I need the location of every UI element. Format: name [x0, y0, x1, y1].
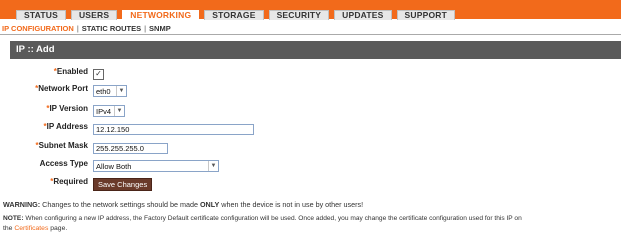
subtab-snmp[interactable]: SNMP — [149, 24, 171, 33]
page: STATUS USERS NETWORKING STORAGE SECURITY… — [0, 0, 621, 243]
warning-text: WARNING: Changes to the network settings… — [3, 200, 364, 209]
sub-nav: IP CONFIGURATION | STATIC ROUTES | SNMP — [2, 22, 171, 34]
enabled-row: *Enabled ✓ — [0, 67, 104, 81]
required-label: *Required — [50, 177, 88, 186]
network-port-value: eth0 — [96, 86, 111, 96]
tab-security[interactable]: SECURITY — [268, 10, 330, 20]
network-port-label: *Network Port — [35, 84, 88, 93]
subnet-mask-input[interactable]: 255.255.255.0 — [93, 142, 168, 154]
chevron-down-icon: ▼ — [116, 86, 126, 96]
access-type-label: Access Type — [39, 159, 88, 168]
access-type-value: Allow Both — [96, 161, 132, 171]
ip-address-label: *IP Address — [43, 122, 88, 131]
header-divider — [0, 34, 621, 35]
enabled-label: *Enabled — [53, 67, 88, 76]
subtab-ip-configuration[interactable]: IP CONFIGURATION — [2, 24, 74, 33]
network-port-select[interactable]: eth0 ▼ — [93, 85, 127, 97]
tab-updates[interactable]: UPDATES — [334, 10, 392, 20]
subnet-mask-row: *Subnet Mask 255.255.255.0 — [0, 141, 168, 155]
chevron-down-icon: ▼ — [208, 161, 218, 171]
check-icon: ✓ — [95, 69, 102, 78]
tab-networking[interactable]: NETWORKING — [122, 10, 200, 20]
main-tabs: STATUS USERS NETWORKING STORAGE SECURITY… — [16, 10, 460, 20]
ip-address-row: *IP Address 12.12.150 — [0, 122, 254, 136]
ip-address-input[interactable]: 12.12.150 — [93, 123, 254, 135]
certificates-link[interactable]: Certificates — [14, 225, 48, 232]
subnet-mask-label: *Subnet Mask — [35, 141, 88, 150]
panel-title: IP :: Add — [10, 41, 621, 59]
subtab-static-routes[interactable]: STATIC ROUTES — [82, 24, 141, 33]
subnav-separator: | — [76, 23, 79, 33]
tab-status[interactable]: STATUS — [16, 10, 66, 20]
tab-support[interactable]: SUPPORT — [396, 10, 456, 20]
access-type-select[interactable]: Allow Both ▼ — [93, 160, 219, 172]
chevron-down-icon: ▼ — [114, 106, 124, 116]
ip-version-row: *IP Version IPv4 ▼ — [0, 104, 125, 118]
save-changes-button[interactable]: Save Changes — [93, 177, 153, 191]
network-port-row: *Network Port eth0 ▼ — [0, 84, 127, 98]
ip-version-label: *IP Version — [46, 104, 88, 113]
ip-version-select[interactable]: IPv4 ▼ — [93, 105, 125, 117]
tab-storage[interactable]: STORAGE — [204, 10, 264, 20]
top-nav-bar: STATUS USERS NETWORKING STORAGE SECURITY… — [0, 0, 621, 20]
note-text-line2: the Certificates page. — [3, 225, 68, 232]
enabled-checkbox[interactable]: ✓ — [93, 68, 104, 80]
subnav-separator: | — [144, 23, 147, 33]
required-row: *Required Save Changes — [0, 177, 153, 191]
access-type-row: Access Type Allow Both ▼ — [0, 159, 219, 173]
ip-version-value: IPv4 — [96, 106, 112, 116]
tab-users[interactable]: USERS — [70, 10, 118, 20]
note-text-line1: NOTE: When configuring a new IP address,… — [3, 215, 522, 222]
